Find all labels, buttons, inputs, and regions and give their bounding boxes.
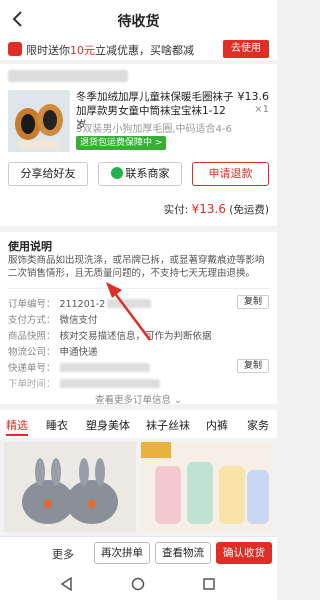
promo-text: 限时送你10元立减优惠，买啥都减	[26, 44, 194, 57]
nav-home-icon[interactable]	[131, 577, 145, 591]
nav-back-icon[interactable]	[60, 577, 74, 591]
page-title: 待收货	[117, 14, 160, 30]
tracking-number-row: 快递单号：	[8, 360, 150, 374]
share-button[interactable]: 分享给好友	[8, 162, 88, 186]
divider	[8, 288, 269, 289]
usage-title: 使用说明	[8, 240, 52, 253]
active-tab-indicator	[6, 434, 28, 436]
promo-banner[interactable]: 限时送你10元立减优惠，买啥都减 去使用	[0, 38, 277, 60]
tab-underwear[interactable]: 内裤	[206, 417, 228, 433]
copy-order-number-button[interactable]: 复制	[237, 295, 269, 309]
top-bar: 待收货	[0, 0, 277, 38]
confirm-receipt-button[interactable]: 确认收货	[216, 542, 272, 564]
tab-pajamas[interactable]: 睡衣	[46, 417, 68, 433]
usage-body: 服饰类商品如出现洗涤，或吊牌已拆，或显著穿戴痕迹等影响二次销售情形，且无质量问题…	[8, 255, 265, 279]
system-nav-bar	[0, 568, 277, 600]
coupon-icon	[8, 42, 22, 56]
product-quantity: ×1	[254, 104, 269, 115]
refund-button[interactable]: 申请退款	[192, 162, 269, 186]
category-tabs: 精选 睡衣 塑身美体 袜子丝袜 内裤 家务	[0, 410, 277, 438]
order-number: 211201-2	[59, 299, 106, 310]
order-time-row: 下单时间：	[8, 376, 160, 390]
tab-featured[interactable]: 精选	[6, 417, 28, 433]
regroup-button[interactable]: 再次拼单	[94, 542, 150, 564]
view-logistics-button[interactable]: 查看物流	[155, 542, 211, 564]
tab-housework[interactable]: 家务	[247, 417, 269, 433]
contact-merchant-button[interactable]: 联系商家	[98, 162, 182, 186]
recommended-product-slippers[interactable]	[4, 442, 136, 532]
tab-shapewear[interactable]: 塑身美体	[86, 417, 130, 433]
refund-label: 申请退款	[208, 167, 253, 180]
order-info-card: 使用说明 服饰类商品如出现洗涤，或吊牌已拆，或显著穿戴痕迹等影响二次销售情形，且…	[0, 232, 277, 406]
bottom-action-bar: 更多 再次拼单 查看物流 确认收货	[0, 536, 277, 568]
shop-name-redacted	[8, 70, 128, 82]
snapshot-row[interactable]: 商品快照： 核对交易描述信息，可作为判断依据	[8, 328, 212, 342]
recommended-product-socks[interactable]	[141, 442, 273, 532]
payment-method-row: 支付方式： 微信支付	[8, 315, 98, 326]
order-card: 冬季加绒加厚儿童袜保暖毛圈袜子加厚款男女童中筒袜宝宝袜1-12岁 ¥13.6 ×…	[0, 64, 277, 226]
order-number-row: 订单编号： 211201-2	[8, 296, 152, 310]
paid-amount: 实付: ¥13.6 (免运费)	[163, 202, 269, 216]
contact-label: 联系商家	[125, 167, 170, 180]
product-thumbnail[interactable]	[8, 90, 70, 152]
copy-tracking-button[interactable]: 复制	[237, 359, 269, 373]
nav-recents-icon[interactable]	[202, 577, 216, 591]
recommendation-grid	[0, 440, 277, 532]
more-actions-link[interactable]: 更多	[52, 546, 74, 562]
logistics-company-row: 物流公司： 申通快递	[8, 347, 98, 358]
chevron-down-icon: ⌄	[174, 395, 182, 406]
use-coupon-button[interactable]: 去使用	[223, 40, 269, 58]
product-price: ¥13.6	[237, 90, 270, 103]
return-shipping-badge[interactable]: 退货包运费保障中 >	[76, 136, 167, 150]
tab-socks[interactable]: 袜子丝袜	[146, 417, 190, 433]
more-order-info-link[interactable]: 查看更多订单信息 ⌄	[0, 392, 277, 406]
product-spec: 5双装男小狗加厚毛圈,中码适合4-6	[76, 124, 232, 135]
share-label: 分享给好友	[20, 167, 76, 180]
chat-icon	[110, 167, 123, 179]
